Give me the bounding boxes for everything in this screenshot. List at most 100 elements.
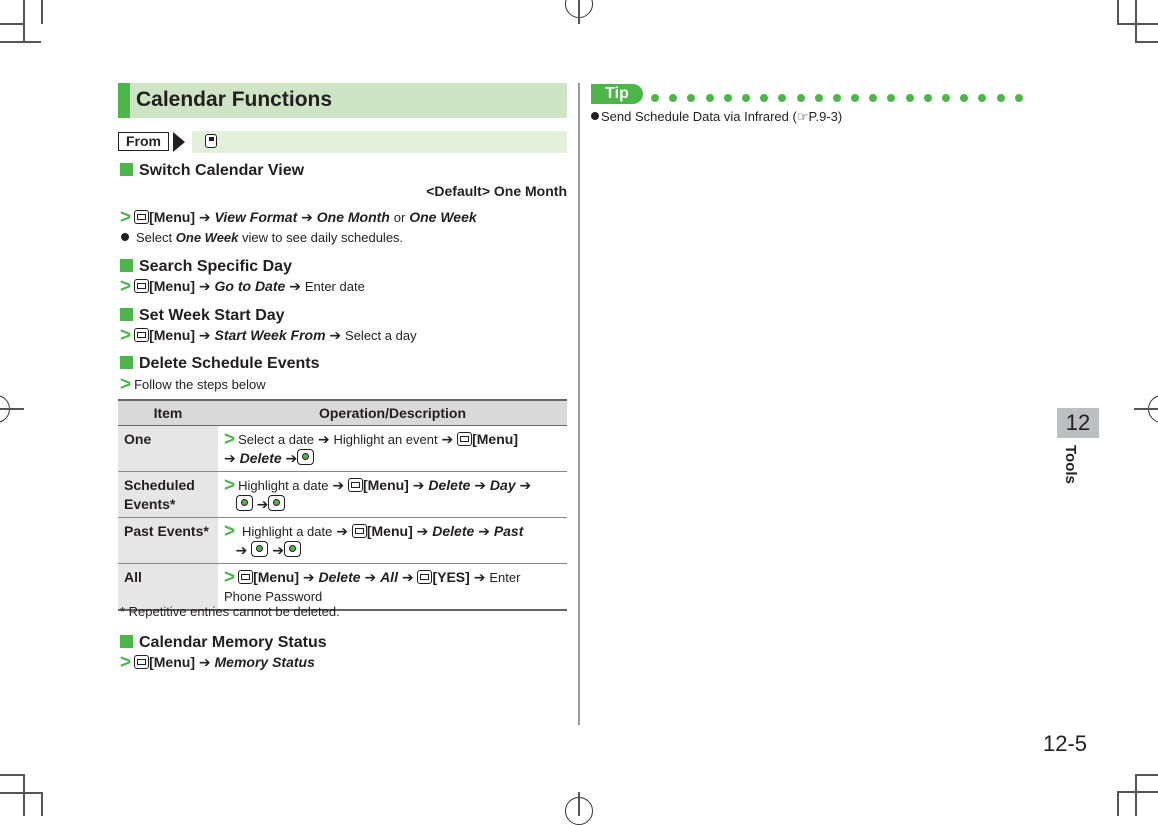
menu-option: Delete [318, 569, 361, 585]
page-reference[interactable]: P.9-3) [809, 109, 843, 124]
section-heading-text: Switch Calendar View [139, 162, 305, 179]
section-square-icon [120, 356, 133, 369]
page-number: 12-5 [1043, 731, 1088, 756]
section-heading: Search Specific Day [120, 258, 292, 276]
crop-mark [1117, 23, 1158, 25]
arrow-icon: ➔ [329, 327, 342, 343]
tip-badge: Tip [591, 84, 643, 104]
dot-icon [942, 94, 950, 102]
mail-key-icon [457, 432, 473, 446]
arrow-icon: ➔ [289, 278, 301, 294]
crop-mark [0, 23, 23, 25]
arrow-icon: ➔ [474, 477, 487, 493]
table-description: > Highlight a date ➔ [Menu] ➔ Delete ➔ Da… [218, 471, 567, 518]
step-arrow-icon: > [120, 276, 132, 297]
arrow-icon: ➔ [401, 569, 414, 585]
arrow-icon: ➔ [256, 496, 269, 512]
registration-mark [578, 792, 580, 816]
arrow-icon: ➔ [416, 523, 429, 539]
yes-key-label: [YES] [432, 569, 470, 585]
dot-icon [814, 94, 823, 102]
step-arrow-icon: > [120, 207, 132, 228]
note-emphasis: One Week [175, 230, 239, 245]
footnote: * Repetitive entries cannot be deleted. [120, 604, 340, 619]
menu-option: Day [489, 477, 516, 493]
step-text: Highlight an event [333, 432, 438, 447]
dot-icon [651, 94, 659, 102]
table-item: Scheduled Events* [118, 471, 218, 518]
section-heading: Set Week Start Day [120, 307, 285, 325]
section-heading: Delete Schedule Events [120, 355, 320, 373]
dot-icon [796, 94, 805, 102]
dot-icon [905, 94, 914, 102]
note-text: Select [136, 230, 173, 245]
step-arrow-icon: > [224, 567, 236, 588]
crop-mark [1135, 0, 1137, 41]
section-heading-text: Calendar Memory Status [139, 634, 327, 651]
arrow-icon: ➔ [332, 477, 345, 493]
from-path [192, 131, 567, 153]
menu-option: Delete [432, 523, 475, 539]
arrow-icon: ➔ [336, 523, 348, 539]
center-key-icon [297, 449, 315, 465]
arrow-icon: ➔ [317, 431, 330, 447]
play-arrow-icon [173, 132, 185, 152]
section-square-icon [120, 308, 133, 321]
step-line: > [Menu] ➔ Go to Date ➔ Enter date [120, 276, 365, 297]
crop-mark [1135, 41, 1158, 43]
table-header: Item [118, 399, 218, 426]
dot-icon [869, 94, 878, 102]
table-row: Scheduled Events* > Highlight a date ➔ [M… [118, 471, 567, 518]
center-key-icon [268, 495, 286, 511]
step-arrow-icon: > [120, 652, 132, 673]
step-arrow-icon: > [120, 374, 132, 395]
mail-key-icon [134, 328, 150, 342]
arrow-icon: ➔ [302, 569, 315, 585]
section-heading-text: Search Specific Day [139, 258, 292, 275]
section-heading-text: Delete Schedule Events [139, 355, 320, 372]
crop-mark [41, 792, 43, 816]
arrow-icon: ➔ [285, 450, 298, 466]
step-text: Follow the steps below [134, 377, 266, 392]
menu-key-label: [Menu] [149, 278, 195, 294]
dot-icon [723, 94, 732, 102]
registration-mark [578, 0, 580, 24]
registration-mark [0, 408, 24, 410]
tip-text: Send Schedule Data via Infrared ( [601, 109, 797, 124]
menu-option: One Month [316, 209, 390, 225]
dot-icon [760, 94, 769, 102]
section-heading: Calendar Memory Status [120, 634, 327, 652]
note-line: Select One Week view to see daily schedu… [121, 230, 403, 245]
step-line: > [Menu] ➔ Memory Status [120, 652, 315, 673]
step-text: Enter date [304, 279, 365, 294]
menu-key-label: [Menu] [472, 431, 518, 447]
center-key-icon [251, 541, 269, 557]
arrow-icon: ➔ [519, 477, 532, 493]
arrow-icon: ➔ [198, 278, 211, 294]
section-heading: Switch Calendar View [120, 162, 304, 180]
bullet-icon [121, 233, 129, 241]
mail-key-icon [238, 570, 254, 584]
menu-option: Delete [239, 450, 282, 466]
crop-mark [0, 774, 24, 776]
menu-key-label: [Menu] [362, 477, 409, 493]
menu-option: All [380, 569, 398, 585]
table-description: > Select a date ➔ Highlight an event ➔ [M… [218, 425, 567, 472]
note-text: view to see daily schedules. [242, 230, 404, 245]
mail-key-icon [134, 210, 150, 224]
crop-mark [1117, 791, 1119, 816]
tip-dot-rule [651, 89, 1033, 107]
arrow-icon: ➔ [478, 523, 490, 539]
dot-icon [1014, 94, 1023, 102]
menu-key-label: [Menu] [149, 209, 195, 225]
section-square-icon [120, 163, 133, 176]
menu-option: Delete [428, 477, 471, 493]
crop-mark [1135, 774, 1137, 816]
tip-item: Send Schedule Data via Infrared (☞P.9-3) [591, 109, 842, 125]
page-title: Calendar Functions [136, 88, 333, 111]
crop-mark [41, 0, 43, 24]
dot-icon [832, 94, 841, 102]
pointing-hand-icon: ☞ [796, 109, 809, 124]
arrow-icon: ➔ [272, 542, 284, 558]
arrow-icon: ➔ [198, 654, 211, 670]
